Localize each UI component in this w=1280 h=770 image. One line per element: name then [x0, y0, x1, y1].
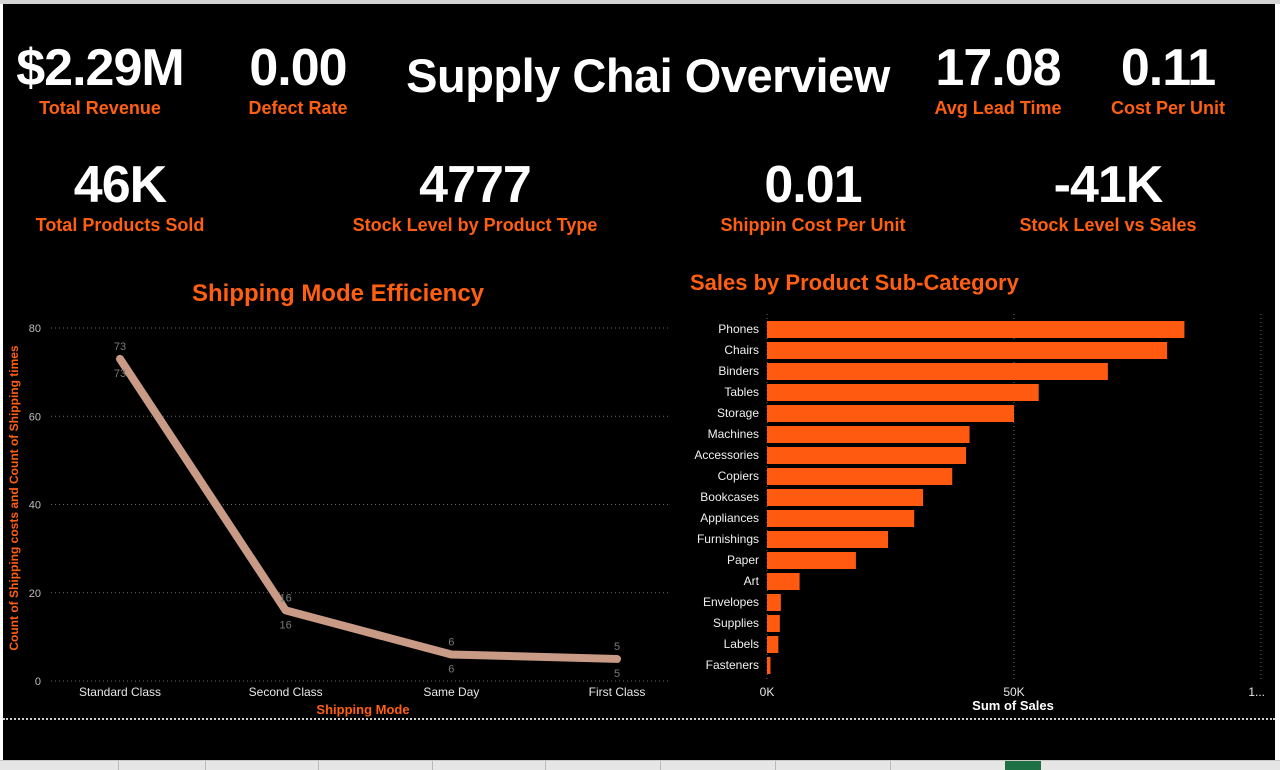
x-axis-label: Shipping Mode	[316, 702, 409, 717]
sales-by-subcategory-bar-chart[interactable]: Phones Chairs Binders Tables Storage Machines…	[683, 304, 1275, 719]
y-tick-label: 80	[29, 323, 41, 335]
kpi-total-revenue[interactable]: $2.29M Total Revenue	[5, 42, 195, 119]
x-tick-label: 50K	[1003, 685, 1024, 699]
category-label: Machines	[708, 427, 759, 441]
bar	[767, 363, 1108, 380]
bar-chart-title: Sales by Product Sub-Category	[690, 270, 1019, 295]
kpi-value: 4777	[419, 156, 532, 214]
category-label: Labels	[724, 637, 759, 651]
y-tick-label: 0	[35, 676, 41, 688]
bar	[767, 510, 915, 527]
kpi-value: 0.11	[1120, 39, 1216, 97]
kpi-total-products-sold[interactable]: 46K Total Products Sold	[15, 159, 225, 236]
kpi-value: 0.00	[249, 39, 347, 97]
bar	[767, 657, 771, 674]
category-label: Binders	[718, 364, 759, 378]
bar	[767, 636, 779, 653]
kpi-label: Cost Per Unit	[1110, 98, 1225, 118]
kpi-shipping-cost-per-unit[interactable]: 0.01 Shippin Cost Per Unit	[703, 159, 923, 236]
data-label-top: 16	[280, 592, 292, 604]
bar	[767, 342, 1168, 359]
x-tick-label: 1...	[1248, 685, 1265, 699]
data-label-bottom: 16	[280, 619, 292, 631]
category-label: Accessories	[694, 448, 759, 462]
kpi-avg-lead-time[interactable]: 17.08 Avg Lead Time	[918, 42, 1078, 119]
category-label: Chairs	[724, 343, 759, 357]
kpi-label: Total Revenue	[39, 98, 161, 118]
bar	[767, 384, 1039, 401]
y-tick-label: 20	[29, 588, 41, 600]
bar	[767, 531, 889, 548]
bar	[767, 468, 953, 485]
category-label: Envelopes	[703, 595, 759, 609]
dashboard-canvas: $2.29M Total Revenue 0.00 Defect Rate Su…	[3, 4, 1275, 760]
kpi-value: $2.29M	[16, 39, 184, 97]
bar	[767, 447, 967, 464]
data-label-bottom: 73	[114, 368, 126, 380]
shipping-mode-line-chart[interactable]: 0 20 40 60 80 73 73 16 16 6 6 5 5 Standard Class Sec…	[3, 304, 683, 719]
bar	[767, 489, 924, 506]
x-tick-label: 0K	[760, 685, 775, 699]
dashboard-title: Supply Chai Overview	[406, 49, 890, 102]
bar	[767, 552, 856, 569]
category-label: Copiers	[718, 469, 759, 483]
bar	[767, 426, 970, 443]
kpi-label: Avg Lead Time	[934, 98, 1062, 118]
y-tick-label: 40	[29, 500, 41, 512]
data-label-top: 5	[614, 641, 620, 653]
kpi-value: -41K	[1053, 156, 1164, 214]
kpi-cost-per-unit[interactable]: 0.11 Cost Per Unit	[1093, 42, 1243, 119]
category-label: Fasteners	[706, 658, 759, 672]
bar	[767, 573, 800, 590]
category-label: Supplies	[713, 616, 759, 630]
data-label-bottom: 5	[614, 668, 620, 680]
category-label: Appliances	[700, 511, 759, 525]
category-label: Storage	[717, 406, 759, 420]
data-label-top: 73	[114, 341, 126, 353]
bar	[767, 405, 1014, 422]
kpi-label: Shippin Cost Per Unit	[720, 215, 906, 235]
kpi-value: 17.08	[935, 39, 1061, 97]
category-label: Phones	[718, 322, 759, 336]
category-label: Paper	[727, 553, 759, 567]
kpi-defect-rate[interactable]: 0.00 Defect Rate	[218, 42, 378, 119]
bar	[767, 615, 780, 632]
kpi-label: Total Products Sold	[35, 215, 205, 235]
kpi-value: 0.01	[764, 156, 862, 214]
category-label: Bookcases	[700, 490, 759, 504]
x-tick-label: Same Day	[423, 685, 479, 699]
category-label: Tables	[724, 385, 759, 399]
category-label: Furnishings	[697, 532, 759, 546]
x-tick-label: Second Class	[249, 685, 323, 699]
x-tick-label: First Class	[589, 685, 646, 699]
category-label: Art	[744, 574, 760, 588]
y-axis-label: Count of Shipping costs and Count of Shi…	[7, 345, 21, 651]
x-tick-label: Standard Class	[79, 685, 161, 699]
data-label-top: 6	[448, 637, 454, 649]
kpi-stock-level-vs-sales[interactable]: -41K Stock Level vs Sales	[1003, 159, 1213, 236]
kpi-value: 46K	[73, 156, 167, 214]
kpi-stock-level-by-product-type[interactable]: 4777 Stock Level by Product Type	[335, 159, 615, 236]
y-tick-label: 60	[29, 411, 41, 423]
kpi-label: Stock Level vs Sales	[1019, 215, 1197, 235]
bar	[767, 594, 781, 611]
kpi-label: Defect Rate	[248, 98, 348, 118]
data-label-bottom: 6	[448, 664, 454, 676]
x-axis-label: Sum of Sales	[972, 698, 1054, 713]
kpi-label: Stock Level by Product Type	[352, 215, 598, 235]
bar	[767, 321, 1185, 338]
divider	[3, 718, 1275, 720]
series-line[interactable]	[116, 354, 621, 663]
